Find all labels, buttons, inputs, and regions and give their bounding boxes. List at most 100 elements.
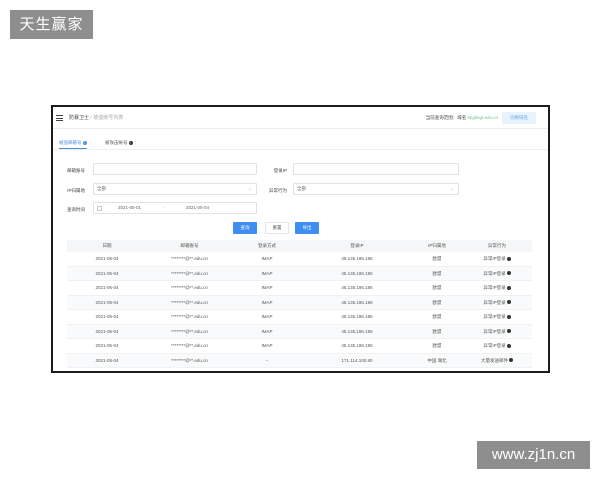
date-separator: - [164,205,166,210]
watermark-top: 天生赢家 [10,10,93,39]
cell-text: IMAP [261,285,273,290]
table-row[interactable]: 2021-05-04 ********@**.edu.cn IMAP 45.135.1… [67,310,532,325]
cell-text: ********@**.edu.cn [171,256,208,261]
cell-text: 欧盟 [432,299,442,305]
email-input[interactable] [93,163,257,175]
info-icon[interactable] [506,300,511,305]
table-cell: IMAP [232,267,302,281]
table-cell: 2021-05-04 [67,281,147,295]
table-cell: 45.135.186.186 [302,296,412,310]
cell-text: ********@**.edu.cn [171,270,208,276]
cell-text: 欧盟 [432,328,442,334]
tab-stolen-accounts[interactable]: 被盗邮箱号! [59,137,87,149]
info-icon: ! [82,140,87,145]
cell-text: 2021-05-04 [95,357,119,363]
cell-text: 2021-05-04 [95,343,119,348]
column-header[interactable]: 邮箱账号 [147,240,232,252]
cell-text: 2021-05-04 [95,299,119,305]
cell-text: 45.135.186.186 [341,270,373,276]
login-ip-input[interactable] [293,163,459,175]
breadcrumb-root[interactable]: 防暴卫士 [69,115,89,121]
export-button[interactable]: 导出 [295,222,319,234]
cell-text: ********@**.edu.cn [171,299,208,305]
reset-button[interactable]: 重置 [265,222,289,234]
cell-text: IMAP [261,299,273,305]
cell-text: 2021-05-04 [95,314,119,319]
tab-divider [53,149,548,150]
table-cell: 171.114.100.80 [302,354,412,368]
table-row[interactable]: 2021-05-04 ********@**.edu.cn IMAP 45.135.1… [67,324,532,339]
cell-text: 45.135.186.186 [341,314,373,319]
date-start: 2021-05-01 [118,205,142,210]
date-range-picker[interactable]: 2021-05-01 - 2021-05-04 [93,202,257,214]
anomaly-select[interactable]: 全部 ⌄ [293,183,459,195]
cell-text: 欧盟 [432,314,442,319]
cell-text: 45.135.186.186 [341,256,373,261]
table-cell: 45.135.186.186 [302,281,412,295]
table-cell: 2021-05-04 [67,310,147,324]
table-cell: IMAP [232,281,302,295]
info-icon[interactable] [509,358,513,363]
column-header[interactable]: 日期 [67,240,147,252]
table-row[interactable]: 2021-05-04 ********@**.edu.cn IMAP 45.135.1… [67,281,532,296]
query-button[interactable]: 查询 [233,222,257,234]
cell-text: 异常IP登录 [483,299,506,305]
watermark-bottom: www.zj1n.cn [477,441,590,469]
table-row[interactable]: 2021-05-04 ********@**.edu.cn IMAP 45.135.1… [67,252,532,267]
table-cell: 异常IP登录 [462,267,532,281]
table-cell: IMAP [232,339,302,353]
table-row[interactable]: 2021-05-04 ********@**.edu.cn IMAP 45.135.1… [67,339,532,354]
column-header[interactable]: IP归属地 [412,240,462,252]
info-icon[interactable] [506,314,511,319]
info-icon[interactable] [506,329,511,334]
tab-label: 被攻击帐号 [105,140,128,145]
cell-text: 欧盟 [432,256,442,261]
table-cell: 2021-05-04 [67,267,147,281]
screenshot-frame: 防暴卫士 / 被盗账号列表 当前查询范围：域名 tingtingt.edu.cn… [51,105,550,373]
info-icon[interactable] [506,256,511,261]
table-cell: ********@**.edu.cn [147,325,232,339]
cell-text: 异常IP登录 [483,343,506,348]
table-cell: IMAP [232,325,302,339]
table-cell: IMAP [232,296,302,310]
table-cell: IMAP [232,252,302,266]
chevron-down-icon: ⌄ [449,186,454,192]
column-header[interactable]: 异常行为 [462,240,532,252]
table-row[interactable]: 2021-05-04 ********@**.edu.cn -- 171.114.10… [67,353,532,368]
cell-text: 2021-05-04 [95,256,119,261]
anomaly-value: 全部 [297,186,306,191]
info-icon[interactable] [506,271,511,276]
table-cell: 欧盟 [412,310,462,324]
info-icon[interactable] [506,343,511,348]
cell-text: 异常IP登录 [483,270,506,276]
info-icon: ! [128,140,133,145]
cell-text: 2021-05-04 [95,328,119,334]
cell-text: IMAP [261,343,273,348]
table-cell: 欧盟 [412,252,462,266]
cell-text: 异常IP登录 [483,328,506,334]
tab-attacked-accounts[interactable]: 被攻击帐号! [105,137,133,149]
table-cell: IMAP [232,310,302,324]
cell-text: -- [265,357,269,363]
table-cell: 大量发送邮件 [462,354,532,368]
table-cell: ********@**.edu.cn [147,281,232,295]
cell-text: 中国 湖北 [427,357,447,363]
login-ip-filter-label: 登录IP [273,168,287,173]
table-cell: ********@**.edu.cn [147,267,232,281]
cell-text: 异常IP登录 [483,285,506,290]
info-icon[interactable] [506,285,511,290]
table-cell: 45.135.186.186 [302,325,412,339]
ip-region-select[interactable]: 全部 ⌄ [93,183,257,195]
switch-domain-button[interactable]: 切换域名 [502,112,536,124]
table-row[interactable]: 2021-05-04 ********@**.edu.cn IMAP 45.135.1… [67,266,532,281]
cell-text: ********@**.edu.cn [171,357,208,363]
table-row[interactable]: 2021-05-04 ********@**.edu.cn IMAP 45.135.1… [67,295,532,310]
column-header[interactable]: 登录IP [302,240,412,252]
column-header[interactable]: 登录方式 [232,240,302,252]
top-bar: 防暴卫士 / 被盗账号列表 当前查询范围：域名 tingtingt.edu.cn… [53,107,548,129]
cell-text: 2021-05-04 [95,285,119,290]
table-cell: 异常IP登录 [462,325,532,339]
date-end: 2021-05-04 [186,205,210,210]
table-cell: ********@**.edu.cn [147,296,232,310]
menu-icon[interactable] [56,115,63,121]
